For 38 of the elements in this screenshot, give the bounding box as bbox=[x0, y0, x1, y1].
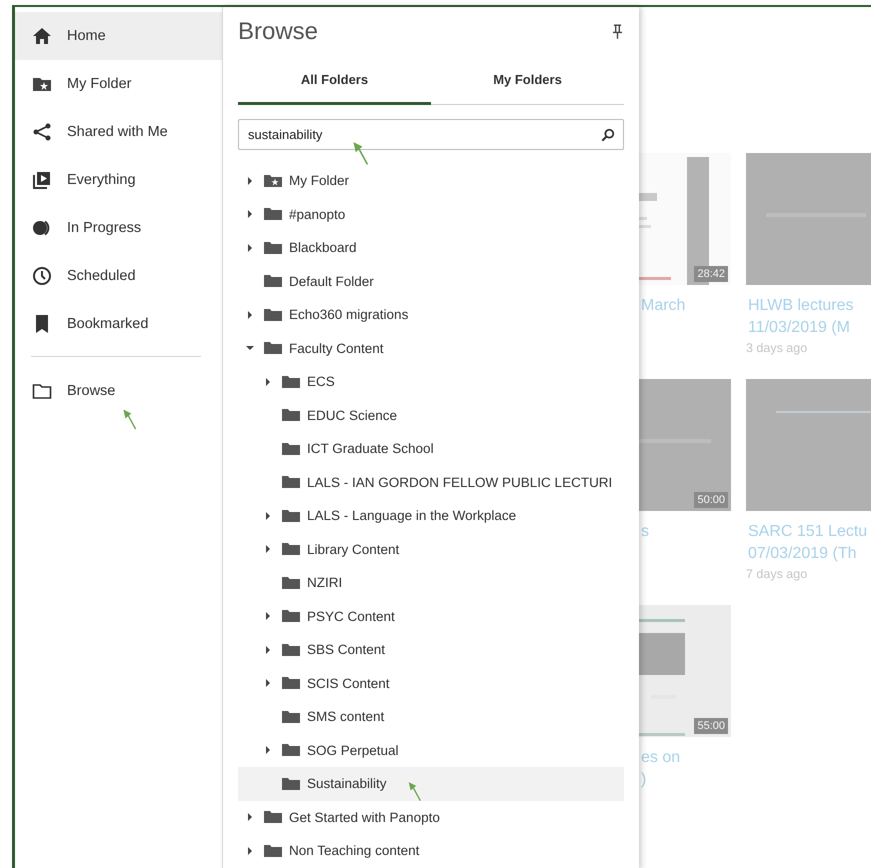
tree-item[interactable]: Echo360 migrations bbox=[238, 298, 624, 332]
nav-item[interactable]: Everything bbox=[15, 156, 222, 204]
nav-item[interactable]: Browse bbox=[15, 367, 222, 415]
tree-item[interactable]: Get Started with Panopto bbox=[238, 800, 624, 834]
tree-item[interactable]: SMS content bbox=[238, 700, 624, 734]
tree-item[interactable]: SOG Perpetual bbox=[238, 734, 624, 767]
tree-item[interactable]: Blackboard bbox=[238, 231, 624, 264]
tree-item[interactable]: ECS bbox=[238, 365, 624, 398]
video-age: 7 days ago bbox=[746, 567, 808, 581]
video-age: 3 days ago bbox=[746, 341, 808, 355]
folder-tab[interactable]: My Folders bbox=[431, 57, 624, 105]
tree-item[interactable]: Library Content bbox=[238, 532, 624, 566]
duration-badge: 55:00 bbox=[694, 718, 728, 734]
nav-item[interactable]: Scheduled bbox=[15, 252, 222, 300]
tree-item[interactable]: SBS Content bbox=[238, 633, 624, 666]
tree-item[interactable]: Non Teaching content bbox=[238, 834, 624, 868]
search-field[interactable]: sustainability bbox=[238, 119, 624, 150]
panel-title: Browse bbox=[238, 18, 318, 46]
tree-item[interactable]: LALS - Language in the Workplace bbox=[238, 499, 624, 532]
tree-item[interactable]: Sustainability bbox=[238, 767, 624, 800]
duration-badge: 28:42 bbox=[694, 266, 728, 282]
nav-item[interactable]: My Folder bbox=[15, 60, 222, 108]
tree-item[interactable]: Faculty Content bbox=[238, 332, 624, 365]
nav-item[interactable]: Bookmarked bbox=[15, 300, 222, 348]
folder-tab[interactable]: All Folders bbox=[238, 57, 431, 105]
tree-item[interactable]: #panopto bbox=[238, 198, 624, 231]
tree-item[interactable]: ICT Graduate School bbox=[238, 432, 624, 466]
tree-item[interactable]: Default Folder bbox=[238, 264, 624, 298]
tree-item[interactable]: My Folder bbox=[238, 164, 624, 198]
nav-item[interactable]: In Progress bbox=[15, 204, 222, 252]
tree-item[interactable]: NZIRI bbox=[238, 566, 624, 600]
nav-item[interactable]: Shared with Me bbox=[15, 108, 222, 156]
nav-item[interactable]: Home bbox=[15, 12, 222, 60]
tree-item[interactable]: PSYC Content bbox=[238, 600, 624, 633]
tree-item[interactable]: LALS - IAN GORDON FELLOW PUBLIC LECTURI bbox=[238, 466, 624, 499]
tree-item[interactable]: SCIS Content bbox=[238, 666, 624, 700]
duration-badge: 50:00 bbox=[694, 492, 728, 508]
tree-item[interactable]: EDUC Science bbox=[238, 398, 624, 432]
